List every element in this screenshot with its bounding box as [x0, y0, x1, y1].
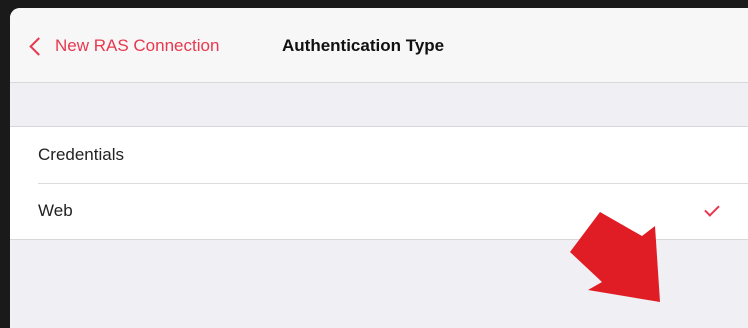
back-button-label: New RAS Connection	[55, 36, 220, 55]
navigation-bar: New RAS Connection Authentication Type	[10, 8, 748, 83]
chevron-left-icon	[29, 36, 48, 56]
option-label: Web	[38, 201, 73, 220]
option-label: Credentials	[38, 145, 124, 164]
option-credentials[interactable]: Credentials	[10, 127, 748, 183]
page-title: Authentication Type	[282, 36, 445, 55]
red-arrow-annotation-icon	[570, 212, 660, 302]
back-button[interactable]: New RAS Connection	[26, 32, 219, 60]
checkmark-icon	[704, 201, 720, 217]
